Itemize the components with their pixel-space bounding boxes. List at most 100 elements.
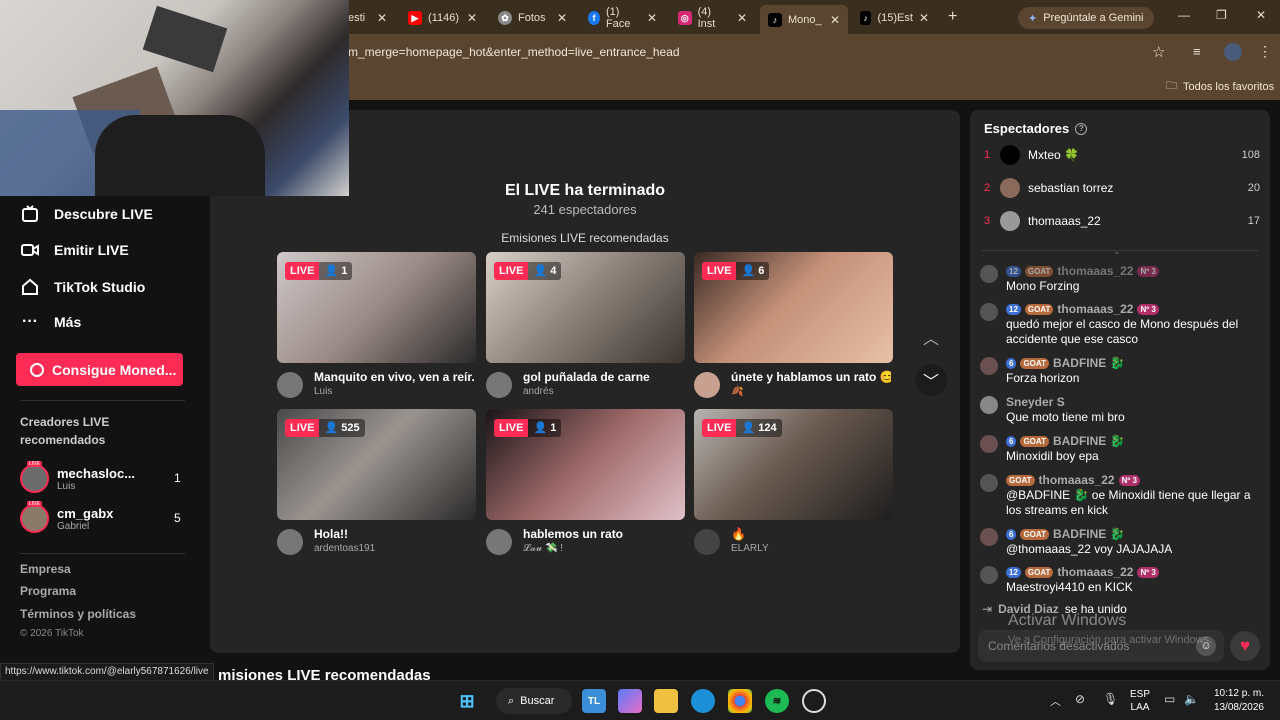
browser-tab[interactable]: ♪ (15)Est ✕	[852, 6, 937, 30]
viewer-count: 👤 1	[319, 262, 353, 280]
chrome-icon[interactable]	[728, 689, 752, 713]
close-tab-icon[interactable]: ✕	[467, 11, 477, 25]
chevron-up-icon[interactable]: ︿	[915, 321, 947, 353]
bookmark-star-icon[interactable]: ☆	[1152, 43, 1165, 61]
file-explorer-icon[interactable]	[654, 689, 678, 713]
browser-tab[interactable]: ✿ Fotos ✕	[490, 6, 575, 30]
new-tab-icon[interactable]: +	[948, 8, 957, 26]
volume-icon[interactable]: 🔈	[1184, 692, 1199, 706]
chevron-down-icon[interactable]: ﹀	[915, 364, 947, 396]
viewer-row[interactable]: 3 thomaaas_22 17	[984, 210, 1260, 232]
live-tv-icon	[22, 205, 38, 222]
tray-icon[interactable]: ⊘	[1075, 692, 1085, 706]
chat-message: 6 GOAT BADFINE 🐉 @thomaaas_22 voy JAJAJAJA	[978, 527, 1263, 560]
creator-item[interactable]: LIVE cm_gabx Gabriel 5	[20, 501, 181, 533]
avatar	[980, 528, 998, 546]
webcam-object	[142, 5, 228, 73]
avatar	[980, 435, 998, 453]
sidebar: Descubre LIVE Emitir LIVE TikTok Studio …	[0, 196, 210, 680]
close-tab-icon[interactable]: ✕	[647, 11, 657, 25]
live-card[interactable]: LIVE 👤 1	[277, 252, 476, 363]
like-heart-button[interactable]: ♥	[1230, 631, 1260, 661]
status-url-tooltip: https://www.tiktok.com/@elarly567871626/…	[0, 663, 214, 681]
viewer-count: 👤 525	[319, 419, 365, 437]
app-icon[interactable]	[802, 689, 826, 713]
browser-tab[interactable]: ◎ (4) Inst ✕	[670, 6, 755, 30]
divider	[20, 400, 185, 401]
webcam-overlay	[0, 0, 349, 196]
live-card-info[interactable]: hablemos un rato 𝓛𝓪𝓾 💸 !	[486, 527, 685, 559]
viewer-count: 👤 4	[528, 262, 562, 280]
live-card-info[interactable]: gol puñalada de carne andrés	[486, 370, 685, 402]
browser-tab[interactable]: ▶ (1146) ✕	[400, 6, 485, 30]
close-tab-icon[interactable]: ✕	[919, 11, 929, 25]
chat-message: Sneyder S Que moto tiene mi bro	[978, 395, 1263, 428]
close-tab-icon[interactable]: ✕	[557, 11, 567, 25]
footer-link-empresa[interactable]: Empresa	[20, 562, 71, 576]
clock[interactable]: 10:12 p. m. 13/08/2026	[1208, 687, 1264, 715]
url-field[interactable]: m_merge=homepage_hot&enter_method=live_e…	[348, 45, 680, 59]
close-tab-icon[interactable]: ✕	[377, 11, 387, 25]
microphone-icon[interactable]: 🎙	[1103, 692, 1118, 706]
live-card-info[interactable]: Manquito en vivo, ven a reír... Luis	[277, 370, 476, 402]
creator-item[interactable]: LIVE mechasloc... Luis 1	[20, 461, 181, 493]
avatar: LIVE	[20, 501, 49, 533]
browser-tab[interactable]: f (1) Face ✕	[580, 6, 665, 30]
network-icon[interactable]: ▭	[1164, 692, 1175, 706]
expand-chevron-icon[interactable]: ⌄	[1113, 246, 1121, 257]
windows-start-icon[interactable]: ⊞	[455, 689, 479, 713]
live-card[interactable]: LIVE 👤 525	[277, 409, 476, 520]
browser-tab-active[interactable]: ♪ Mono_ ✕	[760, 5, 848, 34]
viewer-count: 👤 1	[528, 419, 562, 437]
get-coins-button[interactable]: Consigue Moned...	[16, 353, 183, 386]
nav-tiktok-studio[interactable]: TikTok Studio	[20, 277, 145, 297]
live-card-info[interactable]: Hola!! ardentoas191	[277, 527, 476, 559]
viewer-row[interactable]: 1 Mxteo 🍀 108	[984, 144, 1260, 166]
all-bookmarks-button[interactable]: 🗀 Todos los favoritos	[1166, 77, 1274, 96]
edge-icon[interactable]	[691, 689, 715, 713]
gemini-button[interactable]: ✦ Pregúntale a Gemini	[1018, 7, 1154, 29]
live-card[interactable]: LIVE 👤 4	[486, 252, 685, 363]
media-control-icon[interactable]: ≡	[1193, 44, 1201, 59]
minimize-icon[interactable]: —	[1178, 8, 1190, 22]
divider	[20, 553, 185, 554]
nav-discover-live[interactable]: Descubre LIVE	[20, 204, 153, 224]
folder-icon: 🗀	[1166, 80, 1177, 92]
creators-heading: Creadores LIVE recomendados	[20, 415, 110, 447]
live-card[interactable]: LIVE 👤 1	[486, 409, 685, 520]
close-tab-icon[interactable]: ✕	[830, 13, 840, 27]
profile-avatar[interactable]	[1224, 43, 1242, 61]
footer-link-programa[interactable]: Programa	[20, 584, 76, 598]
avatar	[980, 265, 998, 283]
tray-chevron-icon[interactable]: ︿	[1050, 693, 1061, 709]
footer-link-terms[interactable]: Términos y políticas	[20, 607, 136, 621]
facebook-icon: f	[588, 11, 600, 25]
live-card[interactable]: LIVE 👤 124	[694, 409, 893, 520]
viewer-row[interactable]: 2 sebastian torrez 20	[984, 177, 1260, 199]
enter-icon: ⇥	[982, 602, 993, 616]
avatar	[980, 396, 998, 414]
close-window-icon[interactable]: ✕	[1256, 8, 1266, 22]
copilot-icon[interactable]	[618, 689, 642, 713]
search-icon: ⌕	[508, 694, 515, 707]
viewers-heading: Espectadores ?	[984, 121, 1088, 136]
live-card-info[interactable]: únete y hablamos un rato 😊 🍂	[694, 370, 893, 402]
nav-go-live[interactable]: Emitir LIVE	[20, 240, 129, 260]
browser-menu-icon[interactable]: ⋮	[1258, 43, 1272, 60]
spotify-icon[interactable]: ≋	[765, 689, 789, 713]
live-card[interactable]: LIVE 👤 6	[694, 252, 893, 363]
nav-more[interactable]: ··· Más	[20, 313, 81, 331]
close-tab-icon[interactable]: ✕	[737, 11, 747, 25]
taskbar-search[interactable]: ⌕ Buscar	[496, 688, 572, 714]
windows-activation-sub: Ve a Configuración para activar Windows.	[1008, 634, 1213, 646]
copyright: © 2026 TikTok	[20, 628, 84, 639]
language-indicator[interactable]: ESP LAA	[1130, 688, 1150, 714]
live-card-info[interactable]: 🔥 ELARLY	[694, 527, 893, 559]
info-icon[interactable]: ?	[1075, 122, 1088, 135]
restore-icon[interactable]: ❐	[1216, 8, 1227, 22]
google-photos-icon: ✿	[498, 11, 512, 25]
live-badge: LIVE 👤 6	[702, 262, 770, 280]
avatar	[277, 372, 303, 398]
live-badge: LIVE 👤 1	[494, 419, 562, 437]
app-icon[interactable]: TL	[582, 689, 606, 713]
